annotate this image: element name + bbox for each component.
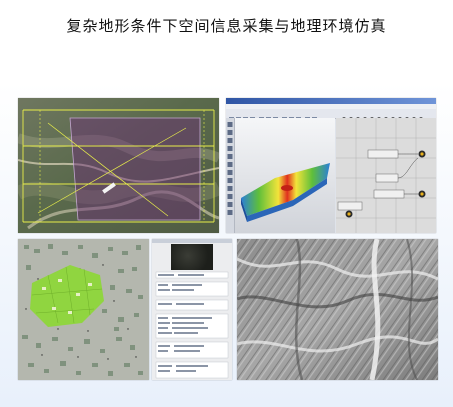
hillshade-image: [237, 239, 438, 380]
property-list[interactable]: [152, 270, 232, 380]
vector-map: [18, 239, 149, 380]
dialog-title-bar: [152, 239, 232, 243]
gis-3d-terrain-panel: [226, 98, 436, 233]
terrain-surface: [241, 163, 330, 222]
3d-viewport[interactable]: [235, 118, 335, 233]
page-title: 复杂地形条件下空间信息采集与地理环境仿真: [66, 17, 387, 35]
attribute-dialog-panel: [152, 239, 232, 380]
vector-map-panel: [18, 239, 149, 380]
satellite-image: [18, 98, 219, 233]
hillshade-dem-panel: [237, 239, 438, 380]
tool-palette[interactable]: [226, 118, 235, 233]
preview-image: [171, 244, 213, 270]
satellite-image-panel: [18, 98, 219, 233]
node-graph[interactable]: [336, 118, 436, 233]
